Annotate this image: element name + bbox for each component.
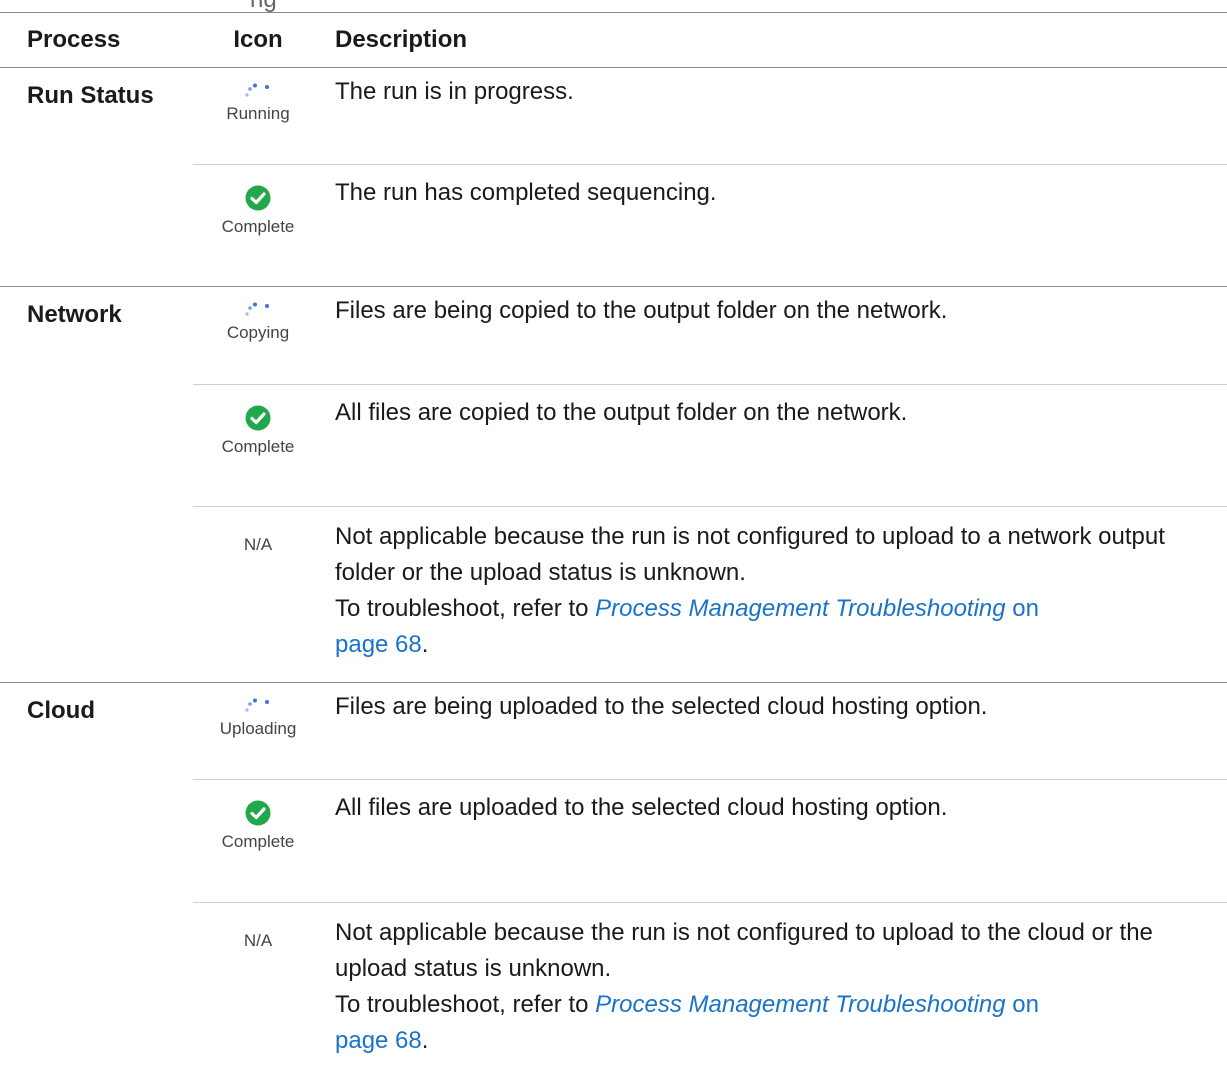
table-row: Network Copying Files are being copied t… [0,286,1227,683]
na-label: N/A [243,931,273,950]
description: All files are uploaded to the selected c… [323,779,1227,903]
troubleshoot-prefix: To troubleshoot, refer to [335,595,596,622]
process-cloud: Cloud [27,697,95,724]
na-label: N/A [243,535,273,554]
period: . [421,1027,429,1054]
description: Files are being uploaded to the selected… [323,682,1227,780]
period: . [421,631,429,658]
page-link[interactable]: page 68 [335,631,422,658]
table-header-row: Process Icon Description [0,12,1227,68]
description: The run has completed sequencing. [323,164,1227,287]
description: Not applicable because the run is not co… [335,919,1153,982]
on-text[interactable]: on [1006,595,1039,622]
icon-label: Copying [226,323,290,342]
description: Files are being copied to the output fol… [323,286,1227,385]
spinner-icon [245,83,269,97]
spinner-icon [245,302,269,316]
icon-label: Complete [221,437,295,456]
troubleshooting-link[interactable]: Process Management Troubleshooting [595,595,1005,622]
troubleshoot-note: To troubleshoot, refer to Process Manage… [335,591,1227,663]
icon-label: Uploading [219,719,297,738]
troubleshooting-link[interactable]: Process Management Troubleshooting [595,991,1005,1018]
spinner-icon [245,698,269,712]
troubleshoot-note: To troubleshoot, refer to Process Manage… [335,987,1227,1059]
header-process: Process [0,12,193,68]
troubleshoot-prefix: To troubleshoot, refer to [335,991,596,1018]
check-circle-icon [245,800,271,826]
table-row: Run Status Running The run is in progres… [0,67,1227,287]
page-link[interactable]: page 68 [335,1027,422,1054]
process-network: Network [0,286,193,683]
header-icon: Icon [193,12,323,68]
description: Not applicable because the run is not co… [335,523,1165,586]
icon-label: Complete [221,217,295,236]
description: The run is in progress. [323,67,1227,165]
icon-label: Running [226,104,290,123]
header-description: Description [323,12,1227,68]
description: All files are copied to the output folde… [323,384,1227,507]
check-circle-icon [245,405,271,431]
process-status-table: Process Icon Description Run Status Runn… [0,12,1227,1083]
on-text[interactable]: on [1006,991,1039,1018]
check-circle-icon [245,185,271,211]
table-row: Cloud Uploading Files are being uploaded… [0,682,1227,780]
icon-label: Complete [221,832,295,851]
process-run-status: Run Status [0,67,193,287]
